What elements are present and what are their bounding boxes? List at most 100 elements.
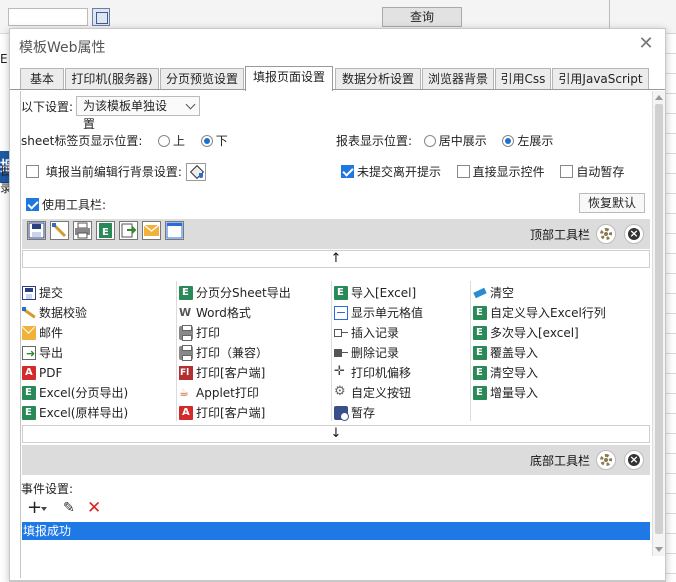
- export-icon: [22, 344, 36, 363]
- btn-printer-offset[interactable]: 打印机偏移: [334, 363, 411, 383]
- scroll-up-icon[interactable]: [655, 95, 663, 100]
- btn-data-verify[interactable]: 数据校验: [22, 303, 87, 323]
- btn-temp-save[interactable]: 暂存: [334, 403, 375, 423]
- btn-custom[interactable]: 自定义按钮: [334, 383, 411, 403]
- direct-show-checkbox[interactable]: [456, 165, 470, 178]
- tab-data-analysis[interactable]: 数据分析设置: [335, 68, 421, 90]
- btn-custom-import-excel[interactable]: 自定义导入Excel行列: [473, 303, 606, 323]
- tab-ref-javascript[interactable]: 引用JavaScript: [552, 68, 649, 90]
- vertical-scrollbar[interactable]: [652, 91, 665, 556]
- btn-delete-record[interactable]: 删除记录: [334, 343, 399, 363]
- restore-default-button[interactable]: 恢复默认: [579, 193, 645, 213]
- scope-select[interactable]: 为该模板单独设置: [76, 96, 200, 131]
- tab-ref-css[interactable]: 引用Css: [495, 68, 551, 90]
- move-icon: [334, 363, 348, 382]
- chevron-down-icon[interactable]: [41, 507, 47, 511]
- autosave-checkbox[interactable]: [560, 165, 574, 178]
- btn-custom-label: 自定义按钮: [351, 386, 412, 400]
- bottom-toolbar-label: 底部工具栏: [530, 454, 591, 468]
- excel-icon[interactable]: E: [96, 221, 115, 240]
- btn-sheet-export[interactable]: 分页分Sheet导出: [179, 283, 291, 303]
- move-down-arrow[interactable]: ↓: [22, 425, 650, 443]
- tab-page-preview[interactable]: 分页预览设置: [160, 68, 244, 90]
- row-bg-checkbox[interactable]: [26, 165, 39, 178]
- btn-import-excel-label: 导入[Excel]: [351, 286, 417, 300]
- report-position-label: 报表显示位置:: [336, 134, 413, 148]
- btn-excel-original[interactable]: Excel(原样导出): [22, 403, 128, 423]
- top-toolbar-remove-icon[interactable]: [624, 224, 644, 244]
- grid-divider: [176, 281, 177, 421]
- btn-applet-print[interactable]: Applet打印: [179, 383, 259, 403]
- btn-print-compatible[interactable]: 打印（兼容）: [179, 343, 268, 363]
- btn-email[interactable]: 邮件: [22, 323, 63, 343]
- close-icon[interactable]: ✕: [637, 35, 655, 53]
- report-position-center-radio[interactable]: [423, 135, 436, 147]
- btn-print-client-flash[interactable]: 打印[客户端]: [179, 363, 265, 383]
- print-icon[interactable]: [73, 221, 92, 240]
- scroll-thumb[interactable]: [655, 104, 663, 534]
- query-button[interactable]: 查询: [382, 7, 462, 27]
- tab-printer-server[interactable]: 打印机(服务器): [65, 68, 159, 90]
- btn-insert-record[interactable]: 插入记录: [334, 323, 399, 343]
- btn-word[interactable]: Word格式: [179, 303, 251, 323]
- mail-icon: [22, 326, 36, 340]
- mail-icon[interactable]: [142, 221, 161, 240]
- btn-import-excel[interactable]: 导入[Excel]: [334, 283, 416, 303]
- btn-insert-record-label: 插入记录: [351, 326, 400, 340]
- btn-custom-import-excel-label: 自定义导入Excel行列: [490, 306, 606, 320]
- sheet-position-top-label: 上: [173, 134, 186, 148]
- java-icon: [179, 383, 193, 403]
- window-icon[interactable]: [165, 221, 184, 240]
- tab-browser-background[interactable]: 浏览器背景: [422, 68, 494, 90]
- tab-bar: 基本 打印机(服务器) 分页预览设置 填报页面设置 数据分析设置 浏览器背景 引…: [10, 66, 665, 91]
- btn-show-cell-value[interactable]: 显示单元格值: [334, 303, 423, 323]
- btn-export[interactable]: 导出: [22, 343, 63, 363]
- scroll-down-icon[interactable]: [655, 547, 663, 552]
- add-icon[interactable]: +: [27, 499, 42, 517]
- btn-clear-import[interactable]: 清空导入: [473, 363, 538, 383]
- btn-excel-original-label: Excel(原样导出): [39, 406, 129, 420]
- grid-divider: [470, 281, 471, 421]
- sheet-position-bottom-radio[interactable]: [200, 135, 213, 147]
- pen-icon[interactable]: [50, 221, 69, 240]
- bottom-toolbar-settings-icon[interactable]: [596, 450, 616, 470]
- direct-show-label: 直接显示控件: [472, 165, 545, 179]
- unsubmitted-warning-checkbox[interactable]: [341, 165, 354, 178]
- dialog-title: 模板Web属性: [19, 40, 106, 56]
- btn-clear[interactable]: 清空: [473, 283, 514, 303]
- tab-basic[interactable]: 基本: [20, 68, 64, 90]
- excel-icon: [179, 283, 193, 303]
- btn-pdf[interactable]: PDF: [22, 363, 62, 383]
- background-window-icon[interactable]: [92, 8, 110, 26]
- grid-divider: [331, 281, 332, 421]
- event-list-item[interactable]: 填报成功: [22, 522, 650, 540]
- move-up-arrow[interactable]: ↑: [22, 250, 650, 268]
- report-position-left-label: 左展示: [517, 134, 554, 148]
- temp-save-icon: [334, 406, 349, 421]
- top-toolbar-settings-icon[interactable]: [596, 224, 616, 244]
- report-position-left-radio[interactable]: [502, 135, 515, 147]
- edit-icon[interactable]: ✎: [63, 500, 75, 516]
- dialog-titlebar[interactable]: 模板Web属性 ✕: [10, 29, 665, 62]
- delete-icon[interactable]: ✕: [87, 498, 101, 518]
- btn-submit-label: 提交: [39, 286, 64, 300]
- export-icon[interactable]: [119, 221, 138, 240]
- paint-bucket-icon[interactable]: [185, 163, 206, 181]
- use-toolbar-checkbox[interactable]: [26, 198, 39, 211]
- btn-print-client-pdf[interactable]: 打印[客户端]: [179, 403, 265, 423]
- save-icon[interactable]: [27, 221, 46, 240]
- btn-submit[interactable]: 提交: [22, 283, 63, 303]
- dialog-bottom-edge: [10, 580, 665, 581]
- btn-overwrite-import[interactable]: 覆盖导入: [473, 343, 538, 363]
- btn-incremental-import-label: 增量导入: [490, 386, 539, 400]
- btn-multi-import[interactable]: 多次导入[excel]: [473, 323, 579, 343]
- sheet-position-row: sheet标签页显示位置: 上 下: [21, 132, 228, 149]
- btn-print[interactable]: 打印: [179, 323, 220, 343]
- btn-incremental-import[interactable]: 增量导入: [473, 383, 538, 403]
- bottom-toolbar-remove-icon[interactable]: [624, 450, 644, 470]
- save-icon: [22, 286, 36, 300]
- sheet-position-top-radio[interactable]: [158, 135, 171, 147]
- btn-excel-paged[interactable]: Excel(分页导出): [22, 383, 128, 403]
- background-input[interactable]: [8, 8, 88, 26]
- tab-fill-page-settings[interactable]: 填报页面设置: [245, 66, 333, 91]
